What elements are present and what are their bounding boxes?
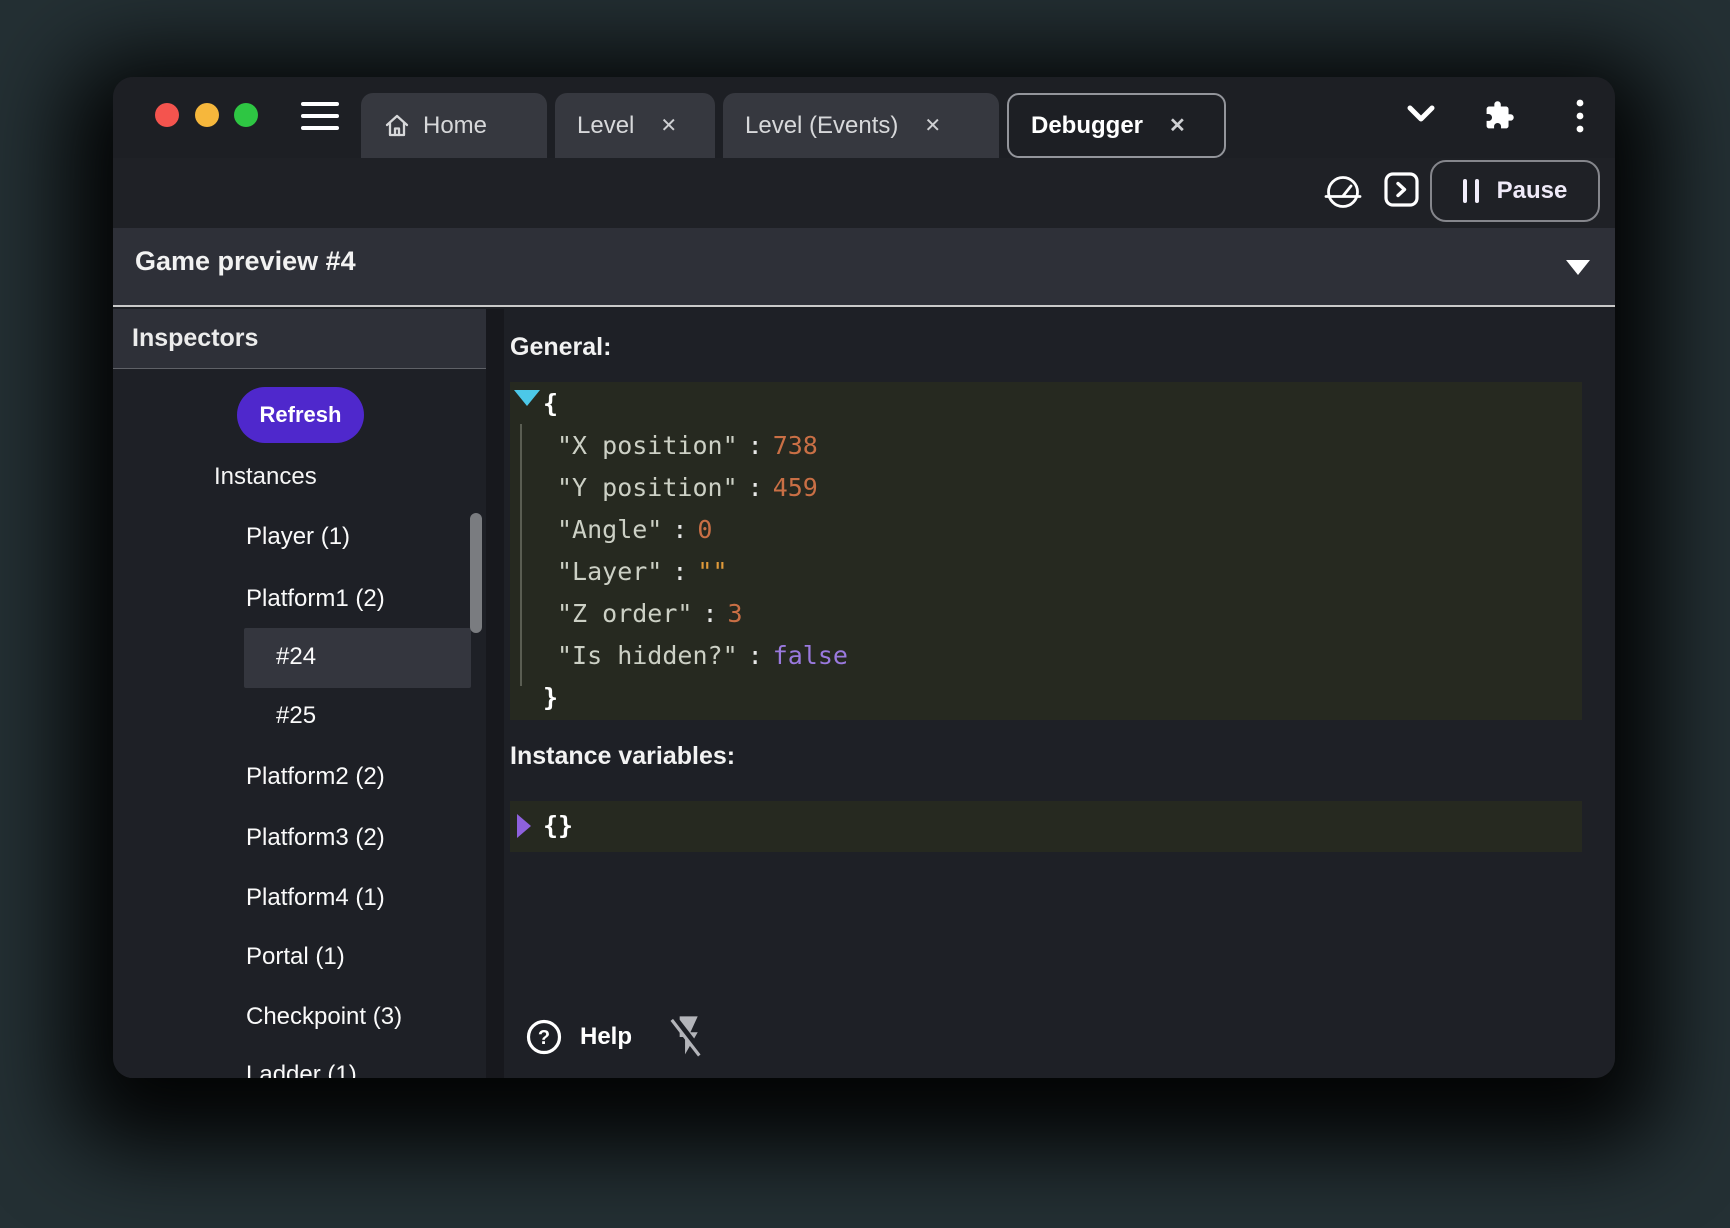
tree-item-platform2[interactable]: Platform2 (2) (246, 763, 385, 791)
sidebar-scrollbar[interactable] (470, 513, 482, 633)
instance-variables-json-view: {} (510, 801, 1582, 852)
inspectors-sidebar: Inspectors Refresh Instances Player (1) … (113, 309, 486, 1078)
speedometer-profiler-icon[interactable] (1323, 172, 1363, 212)
tree-item-ladder[interactable]: Ladder (1) (246, 1061, 357, 1078)
close-brace: } (543, 683, 558, 712)
tab-label: Debugger (1031, 112, 1143, 140)
window-close-button[interactable] (155, 103, 179, 127)
chevron-down-icon[interactable] (1405, 104, 1437, 124)
tree-item-platform1[interactable]: Platform1 (2) (246, 585, 385, 613)
pause-button[interactable]: Pause (1430, 160, 1600, 222)
pause-icon (1463, 179, 1479, 203)
json-row-y-position: "Y position":459 (510, 467, 1582, 509)
layer-value: "" (697, 557, 727, 586)
refresh-button[interactable]: Refresh (237, 387, 364, 443)
tab-label: Level (Events) (745, 112, 898, 140)
home-icon (383, 112, 411, 140)
z-order-value: 3 (728, 599, 743, 628)
tree-item-player[interactable]: Player (1) (246, 523, 350, 551)
tab-strip: Home Level ✕ Level (Events) ✕ Debugger ✕ (361, 93, 1226, 158)
tree-item-portal[interactable]: Portal (1) (246, 943, 345, 971)
y-position-value: 459 (773, 473, 818, 502)
window-zoom-button[interactable] (234, 103, 258, 127)
panel-divider (486, 309, 504, 1078)
tree-item-checkpoint[interactable]: Checkpoint (3) (246, 1003, 402, 1031)
json-row-z-order: "Z order":3 (510, 593, 1582, 635)
app-window: Home Level ✕ Level (Events) ✕ Debugger ✕ (113, 77, 1615, 1078)
tab-label: Level (577, 112, 634, 140)
close-icon[interactable]: ✕ (660, 113, 677, 138)
instance-variables-label: Instance variables: (510, 742, 735, 771)
kebab-menu-icon[interactable] (1575, 97, 1585, 135)
tree-item-instance-24[interactable]: #24 (276, 643, 316, 671)
game-preview-title: Game preview #4 (135, 246, 356, 277)
dropdown-caret-icon (1566, 260, 1590, 275)
game-preview-selector[interactable]: Game preview #4 (113, 228, 1615, 307)
json-row-x-position: "X position":738 (510, 425, 1582, 467)
tree-item-platform3[interactable]: Platform3 (2) (246, 824, 385, 852)
window-minimize-button[interactable] (195, 103, 219, 127)
general-json-view: { "X position":738 "Y position":459 "Ang… (510, 382, 1582, 720)
empty-object: {} (543, 805, 573, 847)
close-icon[interactable]: ✕ (924, 113, 941, 138)
debugger-toolbar: Pause (113, 158, 1615, 228)
inspectors-header: Inspectors (113, 309, 486, 369)
x-position-value: 738 (773, 431, 818, 460)
menu-icon[interactable] (301, 102, 339, 130)
console-icon[interactable] (1383, 171, 1420, 208)
extensions-puzzle-icon[interactable] (1484, 100, 1515, 131)
json-row-layer: "Layer":"" (510, 551, 1582, 593)
debugger-content: Inspectors Refresh Instances Player (1) … (113, 309, 1615, 1078)
angle-value: 0 (697, 515, 712, 544)
open-brace: { (543, 389, 558, 418)
tree-item-platform4[interactable]: Platform4 (1) (246, 884, 385, 912)
close-icon[interactable]: ✕ (1169, 113, 1186, 138)
flash-off-icon[interactable] (667, 1014, 705, 1060)
tab-bar: Home Level ✕ Level (Events) ✕ Debugger ✕ (113, 77, 1615, 158)
instances-root[interactable]: Instances (214, 463, 317, 491)
help-row: ? Help (525, 1014, 705, 1060)
pause-button-label: Pause (1497, 177, 1568, 205)
tab-level[interactable]: Level ✕ (555, 93, 715, 158)
tab-home[interactable]: Home (361, 93, 547, 158)
tab-label: Home (423, 112, 487, 140)
svg-text:?: ? (538, 1027, 550, 1049)
instance-inspector-panel: General: { "X position":738 "Y position"… (504, 309, 1615, 1078)
tab-level-events[interactable]: Level (Events) ✕ (723, 93, 999, 158)
help-icon[interactable]: ? (525, 1018, 563, 1056)
tree-item-instance-25[interactable]: #25 (276, 702, 316, 730)
is-hidden-value: false (773, 641, 848, 670)
help-label[interactable]: Help (580, 1023, 632, 1051)
json-row-is-hidden: "Is hidden?":false (510, 635, 1582, 677)
expand-triangle-icon[interactable] (517, 814, 531, 838)
tab-debugger[interactable]: Debugger ✕ (1007, 93, 1226, 158)
json-row-angle: "Angle":0 (510, 509, 1582, 551)
inspectors-title: Inspectors (132, 324, 258, 353)
general-section-label: General: (510, 333, 611, 362)
